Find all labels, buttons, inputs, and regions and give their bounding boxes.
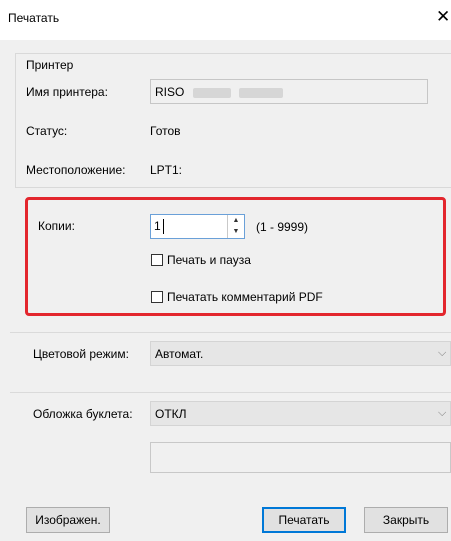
status-value: Готов xyxy=(150,124,181,138)
chevron-down-icon: ⌵ xyxy=(438,407,447,419)
print-pdf-comments-checkbox[interactable] xyxy=(151,291,163,303)
text-caret xyxy=(163,219,164,234)
printer-name-label: Имя принтера: xyxy=(26,85,108,99)
print-dialog: Печатать ✕ Принтер Имя принтера: RISO Ст… xyxy=(0,0,451,541)
spin-buttons: ▲ ▼ xyxy=(227,215,244,238)
location-value: LPT1: xyxy=(150,163,183,177)
color-mode-label: Цветовой режим: xyxy=(33,347,129,361)
copies-value[interactable]: 1 xyxy=(154,219,161,233)
close-icon[interactable]: ✕ xyxy=(436,7,450,27)
booklet-cover-label: Обложка буклета: xyxy=(33,407,133,421)
copies-label: Копии: xyxy=(38,219,75,233)
title-bar: Печатать ✕ xyxy=(0,0,451,40)
location-label: Местоположение: xyxy=(26,163,126,177)
print-and-pause-checkbox[interactable] xyxy=(151,254,163,266)
image-button[interactable]: Изображен. xyxy=(26,507,110,533)
window-title: Печатать xyxy=(8,11,60,25)
close-button[interactable]: Закрыть xyxy=(364,507,448,533)
color-mode-select[interactable]: Автомат. ⌵ xyxy=(150,341,451,366)
booklet-cover-select[interactable]: ОТКЛ ⌵ xyxy=(150,401,451,426)
color-mode-value: Автомат. xyxy=(155,347,204,361)
redacted-text xyxy=(193,88,231,98)
spin-down-icon[interactable]: ▼ xyxy=(228,226,244,237)
printer-group-legend: Принтер xyxy=(24,58,76,72)
copies-stepper[interactable]: 1 ▲ ▼ xyxy=(150,214,245,239)
status-label: Статус: xyxy=(26,124,68,138)
print-button[interactable]: Печатать xyxy=(262,507,346,533)
chevron-down-icon: ⌵ xyxy=(438,347,447,359)
spin-up-icon[interactable]: ▲ xyxy=(228,215,244,226)
printer-name-value: RISO xyxy=(155,85,185,99)
print-pdf-comments-label[interactable]: Печатать комментарий PDF xyxy=(167,290,323,304)
copies-range: (1 - 9999) xyxy=(256,220,309,234)
printer-name-field: RISO xyxy=(150,79,428,104)
separator xyxy=(10,332,451,333)
empty-field xyxy=(150,442,451,473)
booklet-cover-value: ОТКЛ xyxy=(155,407,187,421)
separator xyxy=(10,392,451,393)
print-and-pause-label[interactable]: Печать и пауза xyxy=(167,253,251,267)
redacted-text xyxy=(239,88,283,98)
